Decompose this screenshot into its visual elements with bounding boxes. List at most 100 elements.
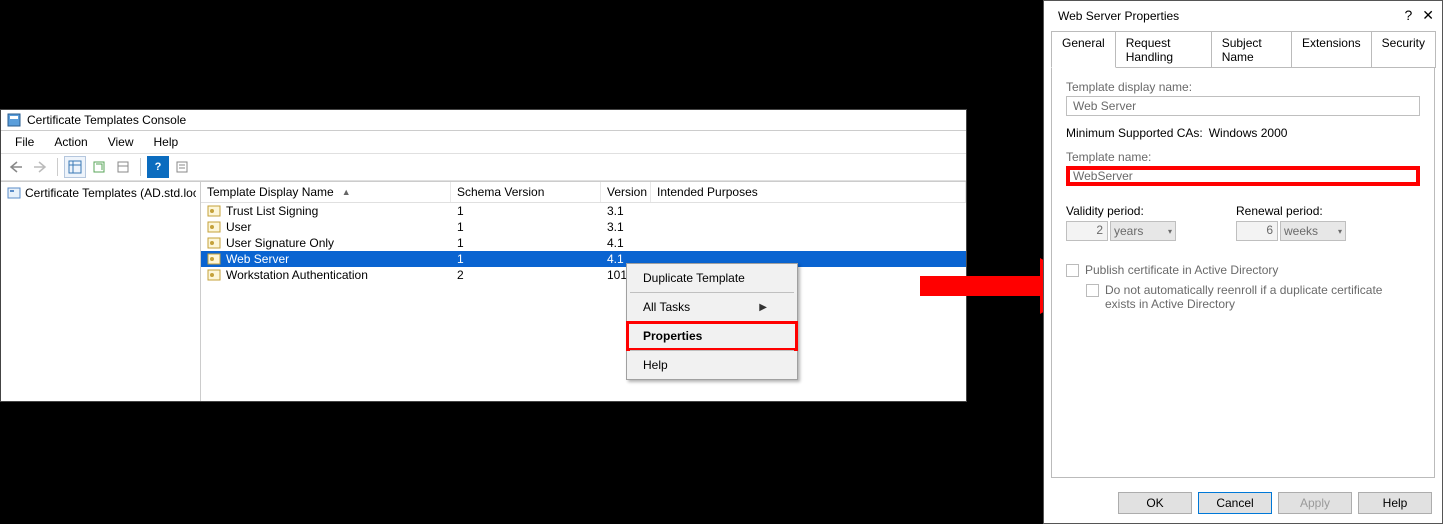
export-button[interactable] bbox=[112, 156, 134, 178]
row-schema: 1 bbox=[451, 203, 601, 219]
dialog-title-text: Web Server Properties bbox=[1058, 9, 1179, 23]
validity-period-group: Validity period: 2 years▾ bbox=[1066, 204, 1176, 241]
min-supported-cas-value: Windows 2000 bbox=[1209, 126, 1288, 140]
template-display-name-label: Template display name: bbox=[1066, 80, 1420, 94]
certificate-template-icon bbox=[207, 204, 221, 218]
row-version: 3.1 bbox=[601, 203, 651, 219]
dialog-window-controls: ? ✕ bbox=[1404, 7, 1434, 24]
view-details-button[interactable] bbox=[64, 156, 86, 178]
certificate-template-icon bbox=[207, 220, 221, 234]
toolbar-separator bbox=[57, 158, 58, 176]
validity-unit-select: years▾ bbox=[1110, 221, 1176, 241]
table-row[interactable]: Web Server14.1 bbox=[201, 251, 966, 267]
min-supported-cas-row: Minimum Supported CAs: Windows 2000 bbox=[1066, 126, 1420, 140]
ctx-properties-highlight: Properties bbox=[626, 321, 798, 351]
row-purpose bbox=[651, 226, 966, 228]
row-name: User Signature Only bbox=[226, 236, 334, 250]
console-titlebar: Certificate Templates Console bbox=[1, 110, 966, 131]
menu-action[interactable]: Action bbox=[44, 133, 97, 151]
dialog-close-icon[interactable]: ✕ bbox=[1422, 7, 1434, 24]
toolbar-separator bbox=[140, 158, 141, 176]
table-row[interactable]: User 13.1 bbox=[201, 219, 966, 235]
reenroll-label: Do not automatically reenroll if a dupli… bbox=[1105, 283, 1405, 311]
publish-certificate-label: Publish certificate in Active Directory bbox=[1085, 263, 1278, 277]
template-name-row: Template name: WebServer bbox=[1066, 150, 1420, 186]
console-toolbar: ? bbox=[1, 153, 966, 181]
col-header-purpose[interactable]: Intended Purposes bbox=[651, 182, 966, 202]
validity-period-label: Validity period: bbox=[1066, 204, 1176, 218]
tab-general[interactable]: General bbox=[1051, 31, 1116, 68]
dialog-buttons: OK Cancel Apply Help bbox=[1044, 485, 1442, 523]
tree-root-label: Certificate Templates (AD.std.loc bbox=[25, 186, 196, 200]
publish-certificate-checkbox-row: Publish certificate in Active Directory bbox=[1066, 263, 1420, 277]
chevron-right-icon: ▶ bbox=[759, 302, 767, 313]
console-app-icon bbox=[7, 113, 21, 127]
template-name-label: Template name: bbox=[1066, 150, 1420, 164]
ctx-properties[interactable]: Properties bbox=[629, 324, 795, 348]
row-name: Trust List Signing bbox=[226, 204, 318, 218]
tab-body-general: Template display name: Web Server Minimu… bbox=[1051, 67, 1435, 478]
tab-subject-name[interactable]: Subject Name bbox=[1211, 31, 1292, 68]
ctx-all-tasks[interactable]: All Tasks▶ bbox=[629, 295, 795, 319]
refresh-button[interactable] bbox=[88, 156, 110, 178]
row-schema: 1 bbox=[451, 251, 601, 267]
validity-value-field: 2 bbox=[1066, 221, 1108, 241]
table-row[interactable]: User Signature Only 14.1 bbox=[201, 235, 966, 251]
certificate-template-icon bbox=[207, 268, 221, 282]
dialog-help-icon[interactable]: ? bbox=[1404, 7, 1412, 24]
template-display-name-row: Template display name: Web Server bbox=[1066, 80, 1420, 116]
table-row[interactable]: Trust List Signing 13.1 bbox=[201, 203, 966, 219]
certificate-template-icon bbox=[207, 252, 221, 266]
properties-dialog: Web Server Properties ? ✕ General Reques… bbox=[1043, 0, 1443, 524]
list-header: Template Display Name▲ Schema Version Ve… bbox=[201, 182, 966, 203]
ctx-separator bbox=[630, 292, 794, 293]
row-schema: 1 bbox=[451, 235, 601, 251]
row-purpose bbox=[651, 242, 966, 244]
template-name-field: WebServer bbox=[1066, 166, 1420, 186]
console-title-text: Certificate Templates Console bbox=[27, 113, 186, 127]
min-supported-cas-label: Minimum Supported CAs: bbox=[1066, 126, 1203, 140]
properties-toolbar-button[interactable] bbox=[171, 156, 193, 178]
col-header-name[interactable]: Template Display Name▲ bbox=[201, 182, 451, 202]
cancel-button[interactable]: Cancel bbox=[1198, 492, 1272, 514]
certificate-templates-icon bbox=[7, 186, 21, 200]
col-header-schema[interactable]: Schema Version bbox=[451, 182, 601, 202]
menu-view[interactable]: View bbox=[98, 133, 144, 151]
renewal-unit-select: weeks▾ bbox=[1280, 221, 1346, 241]
menu-file[interactable]: File bbox=[5, 133, 44, 151]
table-row[interactable]: Workstation Authentication2101.0Client A… bbox=[201, 267, 966, 283]
row-schema: 2 bbox=[451, 267, 601, 283]
tab-extensions[interactable]: Extensions bbox=[1291, 31, 1372, 68]
row-name: Web Server bbox=[226, 252, 289, 266]
row-schema: 1 bbox=[451, 219, 601, 235]
col-header-version[interactable]: Version bbox=[601, 182, 651, 202]
row-purpose bbox=[651, 210, 966, 212]
help-button[interactable]: ? bbox=[147, 156, 169, 178]
dialog-tabs: General Request Handling Subject Name Ex… bbox=[1051, 31, 1435, 68]
console-body: Certificate Templates (AD.std.loc Templa… bbox=[1, 181, 966, 401]
ctx-help[interactable]: Help bbox=[629, 353, 795, 377]
ok-button[interactable]: OK bbox=[1118, 492, 1192, 514]
nav-forward-button[interactable] bbox=[29, 156, 51, 178]
row-name: User bbox=[226, 220, 251, 234]
menu-help[interactable]: Help bbox=[144, 133, 189, 151]
ctx-separator bbox=[630, 350, 794, 351]
renewal-period-group: Renewal period: 6 weeks▾ bbox=[1236, 204, 1346, 241]
chevron-down-icon: ▾ bbox=[1168, 227, 1172, 236]
console-window: Certificate Templates Console File Actio… bbox=[0, 109, 967, 402]
list-rows: Trust List Signing13.1User13.1User Signa… bbox=[201, 203, 966, 283]
row-version: 4.1 bbox=[601, 235, 651, 251]
nav-back-button[interactable] bbox=[5, 156, 27, 178]
tab-request-handling[interactable]: Request Handling bbox=[1115, 31, 1212, 68]
row-purpose bbox=[651, 258, 966, 260]
tab-security[interactable]: Security bbox=[1371, 31, 1436, 68]
tree-pane: Certificate Templates (AD.std.loc bbox=[1, 182, 201, 401]
publish-certificate-checkbox bbox=[1066, 264, 1079, 277]
apply-button: Apply bbox=[1278, 492, 1352, 514]
certificate-template-icon bbox=[207, 236, 221, 250]
dialog-titlebar: Web Server Properties ? ✕ bbox=[1044, 1, 1442, 30]
row-version: 3.1 bbox=[601, 219, 651, 235]
help-button[interactable]: Help bbox=[1358, 492, 1432, 514]
tree-root-item[interactable]: Certificate Templates (AD.std.loc bbox=[5, 185, 196, 201]
ctx-duplicate-template[interactable]: Duplicate Template bbox=[629, 266, 795, 290]
